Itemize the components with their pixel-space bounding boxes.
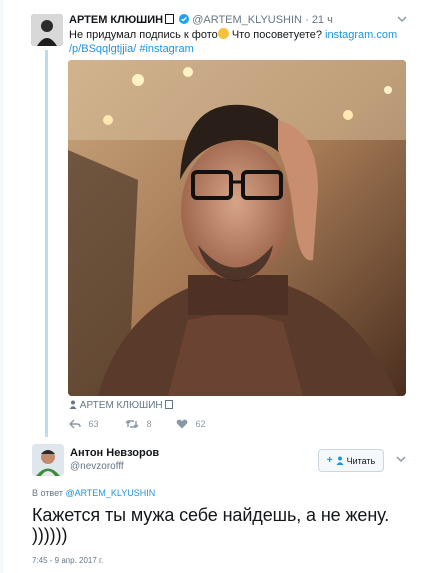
verified-badge-icon bbox=[179, 14, 190, 24]
reply-author-avatar[interactable] bbox=[32, 444, 64, 476]
photo-tag-name: АРТЕМ КЛЮШИН bbox=[79, 400, 163, 411]
reply-tweet-text: Кажется ты мужа себе найдешь, а не жену.… bbox=[32, 505, 422, 545]
reply-count: 63 bbox=[88, 419, 99, 429]
reply-icon bbox=[69, 419, 81, 429]
tweet-text-part: Не придумал подпись к фото bbox=[69, 29, 218, 41]
retweet-action[interactable]: 8 bbox=[125, 419, 152, 429]
separator-dot: · bbox=[305, 14, 309, 26]
parent-tweet-time[interactable]: 21 ч bbox=[312, 14, 333, 26]
photo-image bbox=[68, 60, 406, 396]
hashtag-link[interactable]: #instagram bbox=[139, 43, 193, 55]
tweet-text-part: Что посоветуете? bbox=[228, 29, 326, 41]
like-count: 62 bbox=[195, 419, 206, 429]
name-symbol-box bbox=[164, 400, 173, 409]
parent-tweet: АРТЕМ КЛЮШИН @ARTEM_KLYUSHIN · 21 ч Не п… bbox=[69, 14, 409, 56]
reply-action[interactable]: 63 bbox=[69, 419, 99, 429]
chevron-down-icon[interactable] bbox=[396, 14, 408, 24]
chevron-down-icon[interactable] bbox=[395, 454, 407, 464]
follow-label: Читать bbox=[346, 455, 376, 466]
person-icon bbox=[69, 400, 77, 409]
reply-text-line: )))))) bbox=[32, 525, 68, 545]
thread-connector-line bbox=[45, 50, 48, 437]
card-left-edge bbox=[0, 0, 3, 573]
thinking-emoji-icon bbox=[217, 28, 229, 39]
instagram-link[interactable]: instagram.com bbox=[325, 29, 397, 41]
like-action[interactable]: 62 bbox=[176, 419, 206, 429]
reply-text-line: Кажется ты мужа себе найдешь, а не жену. bbox=[32, 505, 390, 525]
follow-button[interactable]: + Читать bbox=[318, 449, 384, 472]
parent-author-avatar[interactable] bbox=[31, 14, 63, 46]
retweet-count: 8 bbox=[146, 419, 152, 429]
in-reply-to: В ответ @ARTEM_KLYUSHIN bbox=[32, 488, 155, 498]
tweet-card: АРТЕМ КЛЮШИН @ARTEM_KLYUSHIN · 21 ч Не п… bbox=[0, 0, 436, 573]
instagram-link-path[interactable]: /p/BSqqlgtjjia/ bbox=[69, 43, 136, 55]
in-reply-prefix: В ответ bbox=[32, 488, 66, 498]
retweet-icon bbox=[125, 420, 139, 428]
heart-icon bbox=[176, 419, 188, 429]
parent-tweet-header: АРТЕМ КЛЮШИН @ARTEM_KLYUSHIN · 21 ч bbox=[69, 14, 409, 27]
reply-timestamp[interactable]: 7:45 - 9 апр. 2017 г. bbox=[32, 556, 103, 565]
parent-tweet-text: Не придумал подпись к фото Что посоветуе… bbox=[69, 28, 399, 56]
person-icon bbox=[336, 456, 344, 465]
parent-author-name[interactable]: АРТЕМ КЛЮШИН bbox=[69, 14, 163, 26]
plus-icon: + bbox=[326, 455, 333, 466]
photo-tag[interactable]: АРТЕМ КЛЮШИН bbox=[69, 400, 173, 411]
name-symbol-box bbox=[165, 14, 175, 24]
in-reply-handle-link[interactable]: @ARTEM_KLYUSHIN bbox=[65, 488, 155, 498]
parent-author-handle[interactable]: @ARTEM_KLYUSHIN bbox=[192, 14, 302, 26]
tweet-photo[interactable] bbox=[68, 60, 406, 396]
reply-author-name[interactable]: Антон Невзоров bbox=[70, 447, 159, 459]
reply-author-handle[interactable]: @nevzorofff bbox=[70, 461, 124, 472]
